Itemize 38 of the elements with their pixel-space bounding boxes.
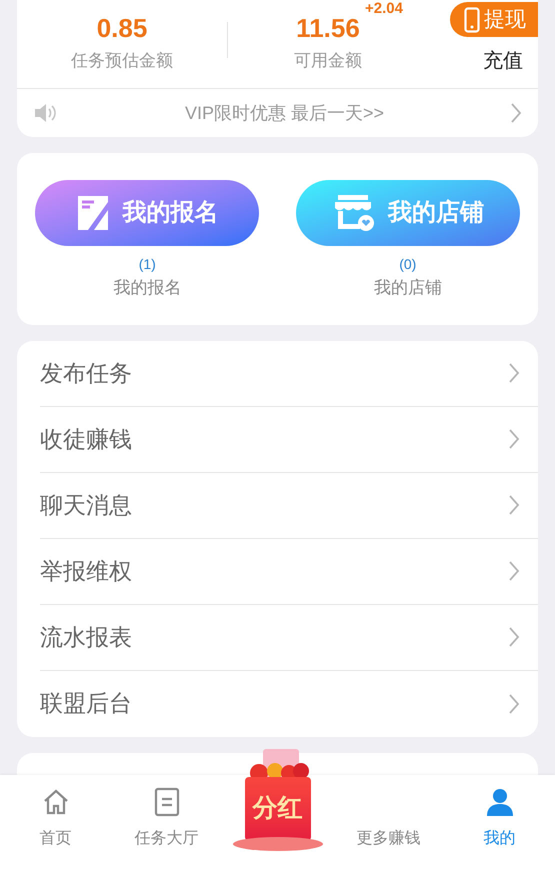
chevron-right-icon [508, 362, 520, 384]
notice-text: VIP限时优惠 最后一天>> [184, 102, 386, 124]
tab-item[interactable]: 首页 [0, 787, 111, 881]
chevron-right-icon [508, 494, 520, 516]
document-icon [152, 787, 180, 817]
menu-item[interactable]: 收徒赚钱 [40, 406, 538, 472]
chevron-right-icon [510, 102, 522, 124]
chevron-right-icon [508, 626, 520, 648]
tab-item[interactable]: 更多赚钱 [333, 787, 444, 881]
tab-item[interactable]: 任务大厅 [111, 787, 222, 881]
shortcut-button[interactable]: 我的报名 [35, 180, 260, 246]
estimate-amount: 0.85 [96, 12, 148, 44]
menu-item[interactable]: 举报维权 [40, 538, 538, 604]
form-pen-icon [76, 194, 110, 232]
tab-item[interactable]: 分红 [232, 747, 322, 851]
notice-bar[interactable]: VIP限时优惠 最后一天>> [17, 89, 538, 137]
shortcut-label: 我的报名 [113, 277, 182, 299]
shortcut-label: 我的店铺 [374, 277, 442, 299]
menu-item[interactable]: 发布任务 [40, 340, 538, 406]
withdraw-button[interactable]: 提现 [450, 2, 538, 37]
chevron-right-icon [508, 692, 520, 714]
chevron-right-icon [508, 428, 520, 450]
available-amount: 11.56 [296, 12, 360, 44]
available-label: 可用金额 [294, 50, 362, 72]
user-icon [486, 787, 514, 817]
chevron-right-icon [508, 560, 520, 582]
phone-icon [464, 6, 480, 32]
count-text: (1) [138, 255, 156, 274]
recharge-link[interactable]: 充值 [483, 46, 523, 76]
menu-item[interactable]: 流水报表 [40, 604, 538, 670]
menu-item[interactable]: 联盟后台 [40, 670, 538, 736]
speaker-icon [33, 103, 59, 123]
estimate-label: 任务预估金额 [71, 50, 173, 72]
shortcut-button[interactable]: 我的店铺 [296, 180, 520, 246]
increase-amount: +2.04 [365, 1, 403, 17]
menu-item[interactable]: 聊天消息 [40, 472, 538, 538]
tab-item[interactable]: 我的 [444, 787, 555, 881]
count-text: (0) [399, 255, 416, 274]
